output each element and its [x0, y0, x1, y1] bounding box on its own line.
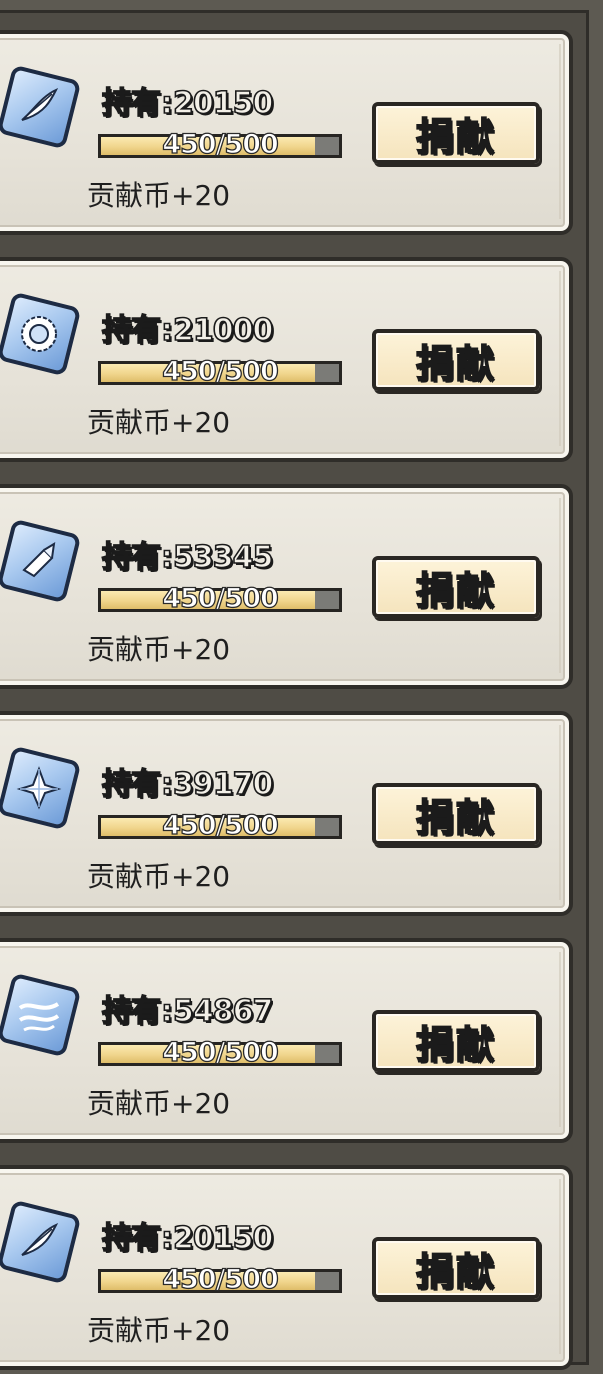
donate-button[interactable]: 捐献	[372, 1237, 540, 1299]
hold-count: 持有:21000	[101, 312, 274, 349]
donate-button[interactable]: 捐献	[372, 783, 540, 845]
donate-button-label: 捐献	[415, 340, 496, 387]
progress-bar: 450/500	[98, 809, 342, 842]
gear-icon	[0, 291, 82, 377]
progress-text: 450/500	[162, 355, 280, 387]
donation-card: 持有:20150 450/500 贡献币+20 捐献	[0, 1165, 573, 1370]
reward-text: 贡献币+20	[87, 406, 231, 439]
donate-button-label: 捐献	[415, 794, 496, 841]
feather-icon	[0, 1199, 82, 1285]
progress-bar: 450/500	[98, 355, 342, 388]
progress-text: 450/500	[162, 809, 280, 841]
reward-text: 贡献币+20	[87, 179, 231, 212]
hold-count: 持有:54867	[101, 993, 274, 1030]
donate-button-label: 捐献	[415, 1248, 496, 1295]
progress-text: 450/500	[162, 582, 280, 614]
donate-button[interactable]: 捐献	[372, 102, 540, 164]
progress-bar: 450/500	[98, 1036, 342, 1069]
donation-card: 持有:39170 450/500 贡献币+20 捐献	[0, 711, 573, 916]
hold-count: 持有:20150	[101, 85, 274, 122]
shard-icon	[0, 518, 82, 604]
hold-count: 持有:20150	[101, 1220, 274, 1257]
donation-card: 持有:54867 450/500 贡献币+20 捐献	[0, 938, 573, 1143]
donate-button-label: 捐献	[415, 113, 496, 160]
progress-bar: 450/500	[98, 1263, 342, 1296]
progress-text: 450/500	[162, 128, 280, 160]
donation-card: 持有:21000 450/500 贡献币+20 捐献	[0, 257, 573, 462]
wind-icon	[0, 972, 82, 1058]
hold-count: 持有:39170	[101, 766, 274, 803]
progress-bar: 450/500	[98, 582, 342, 615]
reward-text: 贡献币+20	[87, 860, 231, 893]
reward-text: 贡献币+20	[87, 633, 231, 666]
donate-button-label: 捐献	[415, 1021, 496, 1068]
donate-button[interactable]: 捐献	[372, 556, 540, 618]
reward-text: 贡献币+20	[87, 1087, 231, 1120]
progress-text: 450/500	[162, 1263, 280, 1295]
donate-button[interactable]: 捐献	[372, 329, 540, 391]
donate-button-label: 捐献	[415, 567, 496, 614]
progress-text: 450/500	[162, 1036, 280, 1068]
donation-card: 持有:53345 450/500 贡献币+20 捐献	[0, 484, 573, 689]
reward-text: 贡献币+20	[87, 1314, 231, 1347]
hold-count: 持有:53345	[101, 539, 274, 576]
feather-icon	[0, 64, 82, 150]
donate-button[interactable]: 捐献	[372, 1010, 540, 1072]
progress-bar: 450/500	[98, 128, 342, 161]
crystal-icon	[0, 745, 82, 831]
donation-card: 持有:20150 450/500 贡献币+20 捐献	[0, 30, 573, 235]
